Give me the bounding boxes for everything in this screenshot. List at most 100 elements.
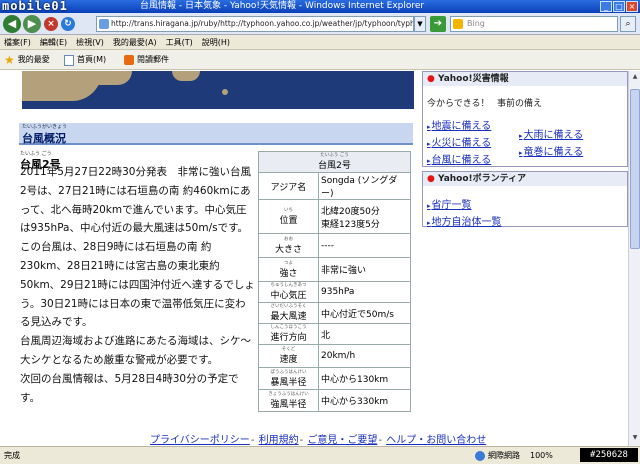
window-controls: _ □ ×	[600, 1, 638, 12]
bing-icon	[453, 19, 463, 29]
window-title: 台風情報 - 日本気象 - Yahoo!天気情報 - Windows Inter…	[140, 1, 425, 11]
security-zone-text: 網際網路	[488, 451, 520, 460]
menu-view[interactable]: 檢視(V)	[76, 35, 104, 49]
table-row-value: 北緯20度50分 東経123度5分	[318, 199, 411, 234]
search-icon[interactable]: ⌕	[620, 16, 636, 32]
minimize-button[interactable]: _	[600, 1, 612, 12]
scroll-down-icon[interactable]: ▼	[630, 433, 640, 443]
favorites-bar: ★ 我的最愛 首頁(M) 閱讀郵件	[0, 50, 640, 70]
refresh-icon[interactable]: ↻	[61, 17, 75, 31]
table-label-text: 暴風半径	[270, 377, 307, 388]
link-terms-of-use[interactable]: 利用規約	[259, 435, 299, 446]
link-privacy-policy[interactable]: プライバシーポリシー	[150, 435, 250, 446]
disaster-tagline: 今からできる！	[427, 99, 490, 109]
globe-icon	[475, 451, 485, 461]
link-heavy-rain-prep[interactable]: 大雨に備える	[519, 126, 584, 141]
table-label-text: 強風半径	[270, 399, 307, 410]
table-header-text: 台風2号	[318, 161, 351, 171]
home-favorite-label: 首頁(M)	[77, 55, 107, 64]
watermark: #250628	[580, 448, 638, 462]
link-tornado-prep[interactable]: 竜巻に備える	[519, 143, 584, 158]
table-row-label: さいだいふうそく最大風速	[258, 302, 319, 324]
typhoon-data-table: たいふう ごう 台風2号 アジア名 Songda (ソングダー) いち 位置 北緯…	[258, 151, 411, 412]
table-label-ruby: ぼうふうはんけい	[270, 369, 307, 375]
maximize-button[interactable]: □	[613, 1, 625, 12]
description-paragraph: 台風周辺海域および進路にあたる海域は、シケ～大シケとなるため厳重な警戒が必要です…	[20, 335, 251, 366]
link-feedback[interactable]: ご意見・ご要望	[307, 435, 377, 446]
volunteer-title: ● Yahoo!ボランティア	[423, 172, 627, 186]
scrollbar-thumb[interactable]	[630, 89, 640, 249]
table-row-value: 中心から330km	[318, 389, 411, 412]
disaster-info-box: ● Yahoo!災害情報 今からできる！ 事前の備え 地震に備える 火災に備える…	[422, 71, 628, 167]
home-page-icon	[64, 54, 74, 66]
table-row-value: Songda (ソングダー)	[318, 172, 411, 200]
back-arrow-icon[interactable]: ◀	[3, 15, 21, 33]
page-content: たいふうがいきょう 台風概況 たいふう ごう 台風2号 2011年5月27日22…	[0, 71, 628, 446]
section-header: たいふうがいきょう 台風概況	[19, 123, 413, 145]
menu-favorites[interactable]: 我的最愛(A)	[113, 35, 157, 49]
menu-help[interactable]: 說明(H)	[202, 35, 230, 49]
status-text: 完成	[4, 451, 20, 460]
table-label-text: 強さ	[279, 268, 298, 279]
status-bar: 完成 網際網路 100%	[0, 446, 640, 464]
read-mail-favorite[interactable]: 閱讀郵件	[124, 50, 169, 70]
table-header-row: たいふう ごう 台風2号	[258, 151, 411, 173]
table-row: いち 位置 北緯20度50分 東経123度5分	[258, 199, 411, 234]
table-row-value: ----	[318, 233, 411, 258]
address-toolbar: ◀ ▶ × ↻ http://trans.hiragana.jp/ruby/ht…	[0, 13, 640, 35]
table-label-text: 最大風速	[270, 312, 307, 322]
menu-edit[interactable]: 編輯(E)	[40, 35, 67, 49]
table-row-label: おお 大きさ	[258, 233, 319, 258]
table-label-ruby: そくど	[281, 347, 296, 352]
go-arrow-icon[interactable]: ➔	[430, 16, 446, 32]
table-row-value: 非常に強い	[318, 257, 411, 282]
menu-bar: 檔案(F) 編輯(E) 檢視(V) 我的最愛(A) 工具(T) 說明(H)	[0, 35, 640, 50]
sidebar: ● Yahoo!災害情報 今からできる！ 事前の備え 地震に備える 火災に備える…	[422, 71, 628, 231]
footer-links: プライバシーポリシー- 利用規約- ご意見・ご要望- ヘルプ・お問い合わせ	[150, 435, 487, 446]
table-label-text: 大きさ	[274, 244, 302, 255]
link-typhoon-prep[interactable]: 台風に備える	[427, 151, 492, 166]
scroll-up-icon[interactable]: ▲	[630, 72, 640, 82]
disaster-info-title: ● Yahoo!災害情報	[423, 72, 627, 86]
menu-tools[interactable]: 工具(T)	[166, 35, 193, 49]
address-dropdown-icon[interactable]: ▼	[414, 16, 426, 32]
zoom-level[interactable]: 100%	[530, 447, 553, 464]
link-earthquake-prep[interactable]: 地震に備える	[427, 117, 492, 132]
typhoon-description: 2011年5月27日22時30分発表 非常に強い台風2号は、27日21時には石垣…	[20, 163, 256, 407]
yahoo-mark-icon: ●	[427, 74, 435, 84]
link-local-governments[interactable]: 地方自治体一覧	[427, 213, 502, 228]
table-label-ruby: いち	[284, 207, 293, 213]
stop-icon[interactable]: ×	[44, 17, 58, 31]
table-label-text: アジア名	[270, 182, 307, 193]
link-help-contact[interactable]: ヘルプ・お問い合わせ	[386, 435, 486, 446]
vertical-scrollbar[interactable]: ▲ ▼	[628, 71, 640, 446]
table-label-text: 中心気圧	[270, 291, 307, 301]
table-row-label: そくど 速度	[258, 344, 319, 368]
forward-arrow-icon[interactable]: ▶	[23, 15, 41, 33]
typhoon-map-image	[22, 71, 414, 109]
favorites-button[interactable]: ★ 我的最愛	[4, 50, 50, 70]
home-favorite[interactable]: 首頁(M)	[64, 50, 106, 70]
address-input[interactable]: http://trans.hiragana.jp/ruby/http://typ…	[96, 16, 414, 32]
table-row-value: 北	[318, 323, 411, 345]
search-input[interactable]: Bing	[450, 16, 618, 32]
table-row-value: 935hPa	[318, 281, 411, 303]
table-row: さいだいふうそく最大風速 中心付近で50m/s	[258, 302, 411, 324]
table-row-label: きょうふうはんけい強風半径	[258, 389, 319, 412]
menu-file[interactable]: 檔案(F)	[4, 35, 31, 49]
mail-icon	[124, 55, 134, 65]
close-button[interactable]: ×	[626, 1, 638, 12]
link-fire-prep[interactable]: 火災に備える	[427, 134, 492, 149]
section-title: 台風概況	[22, 132, 66, 145]
table-label-ruby: きょうふうはんけい	[268, 391, 309, 397]
table-row-label: ちゅうしんきあつ 中心気圧	[258, 281, 319, 303]
table-label-ruby: さいだいふうそく	[270, 304, 307, 309]
table-row-label: いち 位置	[258, 199, 319, 234]
table-row-label: しんこうほうこう 進行方向	[258, 323, 319, 345]
table-row-value: 中心付近で50m/s	[318, 302, 411, 324]
disaster-info-title-text: Yahoo!災害情報	[438, 74, 509, 84]
link-ministries[interactable]: 省庁一覧	[427, 196, 472, 211]
volunteer-box: ● Yahoo!ボランティア 省庁一覧 地方自治体一覧	[422, 171, 628, 228]
table-label-ruby: しんこうほうこう	[270, 325, 307, 330]
disaster-tagline-sub: 事前の備え	[497, 99, 543, 109]
